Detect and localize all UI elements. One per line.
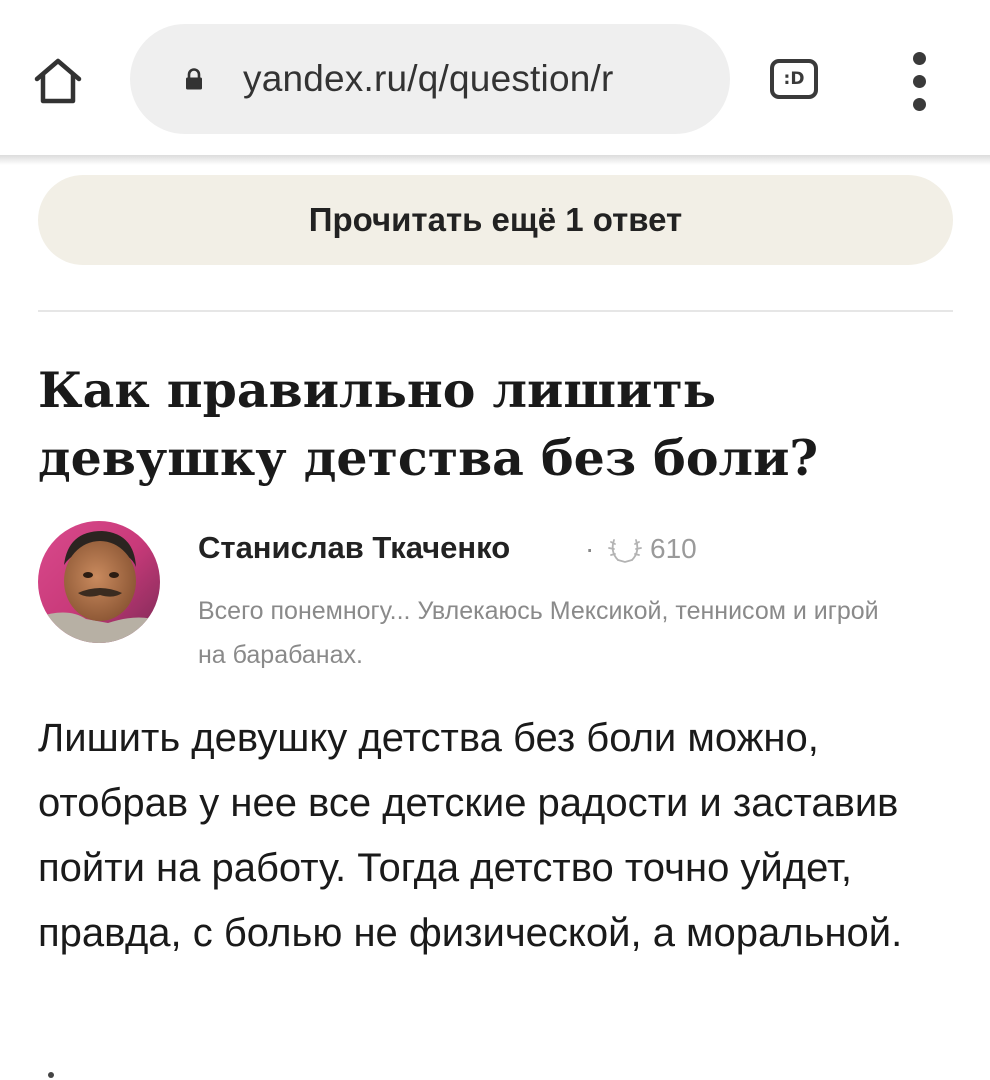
author-name[interactable]: Станислав Ткаченко [198,530,510,566]
browser-toolbar: yandex.ru/q/question/r :D [0,0,990,157]
tab-switcher-label: :D [783,69,805,89]
more-vertical-icon [913,98,926,111]
laurel-icon [608,539,642,563]
lock-icon [186,68,202,90]
toolbar-shadow [0,155,990,165]
question-title[interactable]: Как правильно лишить девушку детства без… [38,356,968,492]
url-text: yandex.ru/q/question/r [243,58,614,99]
author-photo [38,521,160,643]
more-menu-button[interactable] [900,48,940,114]
divider [38,310,953,312]
tab-switcher-button[interactable]: :D [770,59,818,99]
author-avatar[interactable] [38,521,160,643]
home-icon [34,58,82,104]
address-bar[interactable]: yandex.ru/q/question/r [130,24,730,134]
content-continuation-mark [48,1072,54,1078]
more-vertical-icon [913,52,926,65]
answer-text: Лишить девушку детства без боли можно, о… [38,716,903,955]
author-bio: Всего понемногу... Увлекаюсь Мексикой, т… [198,597,879,669]
home-button[interactable] [30,56,86,106]
more-vertical-icon [913,75,926,88]
author-rating: 610 [650,533,697,564]
read-more-answers-button[interactable]: Прочитать ещё 1 ответ [38,175,953,265]
meta-separator: · [585,533,595,564]
